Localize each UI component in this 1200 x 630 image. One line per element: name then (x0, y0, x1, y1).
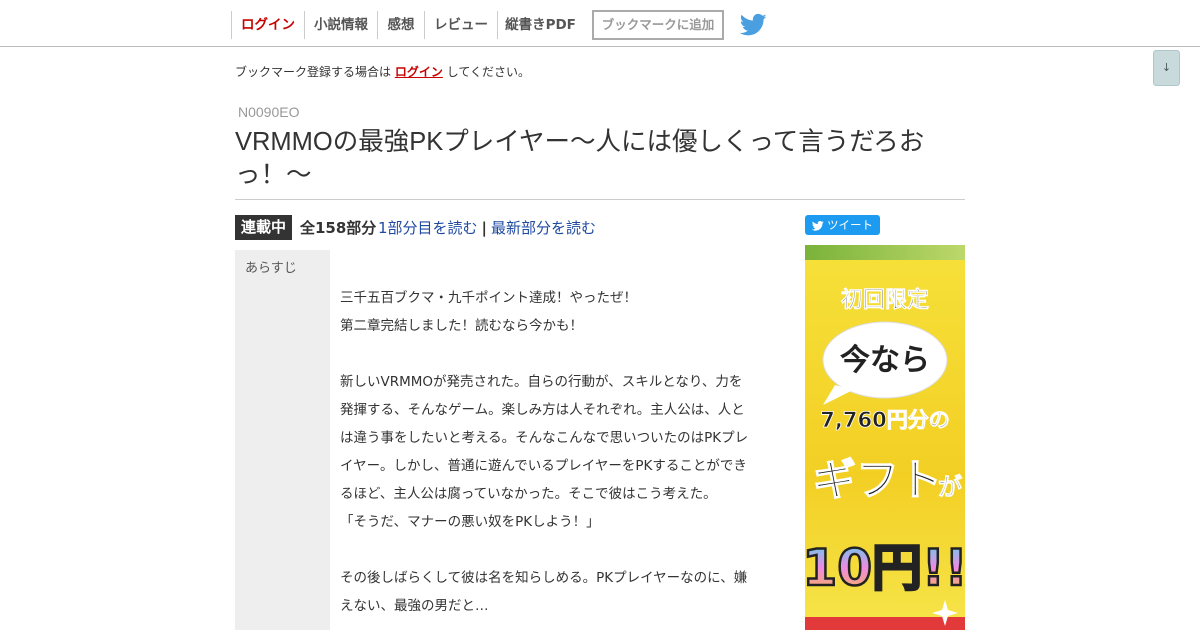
synopsis-line: えない、最強の男だと… (340, 598, 489, 614)
novel-code: N0090EO (238, 104, 300, 120)
read-links: 1部分目を読む | 最新部分を読む (378, 216, 596, 240)
top-nav-bar: ログイン 小説情報 感想 レビュー 縦書きPDF ブックマークに追加 (0, 0, 1200, 47)
ad-line-ga: が (938, 473, 962, 501)
synopsis-line: 発揮する、そんなゲーム。楽しみ方は人それぞれ。主人公は、人と (340, 402, 745, 418)
synopsis-line: 「そうだ、マナーの悪い奴をPKしよう！」 (340, 514, 600, 530)
ad-line-ten-yen: 10円!! (805, 539, 965, 597)
notice-prefix: ブックマーク登録する場合は (235, 65, 392, 79)
twitter-bird-icon (811, 221, 824, 231)
tweet-button[interactable]: ツイート (805, 215, 880, 235)
ad-line-gift-amount: 7,760円分の (820, 408, 949, 432)
notice-login-link[interactable]: ログイン (395, 65, 443, 79)
read-links-separator: | (481, 219, 488, 237)
ad-line-first-time: 初回限定 (841, 287, 929, 313)
synopsis-text: 三千五百ブクマ・九千ポイント達成！やったぜ！ 第二章完結しました！読むなら今かも… (340, 284, 770, 620)
read-first-link[interactable]: 1部分目を読む (378, 219, 478, 237)
synopsis-line (340, 340, 770, 368)
synopsis-line: その後しばらくして彼は名を知らしめる。PKプレイヤーなのに、嫌 (340, 570, 748, 586)
title-divider (235, 199, 965, 200)
synopsis-line: 第二章完結しました！読むなら今かも！ (340, 318, 583, 334)
synopsis-line: 三千五百ブクマ・九千ポイント達成！やったぜ！ (340, 290, 637, 306)
ad-line-gift: ギフト (813, 456, 942, 506)
synopsis-line: るほど、主人公は腐っていなかった。そこで彼はこう考えた。 (340, 486, 717, 502)
twitter-icon[interactable] (739, 13, 767, 37)
synopsis-line: 新しいVRMMOが発売された。自らの行動が、スキルとなり、力を (340, 374, 743, 390)
serial-status-badge: 連載中 (235, 215, 292, 240)
synopsis-line (340, 536, 770, 564)
nav-novel-info-link[interactable]: 小説情報 (304, 11, 377, 39)
novel-title: VRMMOの最強PKプレイヤー〜人には優しくって言うだろおっ！〜 (235, 128, 925, 189)
advertisement-banner[interactable]: 初回限定 今なら 7,760円分の ギフト が 10円!! (805, 245, 965, 630)
synopsis-label: あらすじ (245, 261, 297, 276)
nav-review-link[interactable]: レビュー (424, 11, 497, 39)
tweet-label: ツイート (827, 218, 873, 232)
add-bookmark-button[interactable]: ブックマークに追加 (592, 10, 724, 40)
nav-vertical-pdf-link[interactable]: 縦書きPDF (497, 11, 583, 39)
episode-count: 全158部分 (300, 219, 377, 237)
synopsis-label-column: あらすじ (235, 250, 330, 630)
scroll-down-button[interactable]: ↓ (1153, 50, 1180, 86)
notice-suffix: してください。 (446, 65, 530, 79)
synopsis-line: イヤー。しかし、普通に遊んでいるプレイヤーをPKすることができ (340, 458, 747, 474)
nav-login-link[interactable]: ログイン (231, 11, 304, 39)
read-latest-link[interactable]: 最新部分を読む (491, 219, 596, 237)
bookmark-login-notice: ブックマーク登録する場合は ログイン してください。 (235, 63, 530, 81)
nav-impressions-link[interactable]: 感想 (377, 11, 424, 39)
ad-line-now: 今なら (840, 343, 930, 378)
synopsis-line: は違う事をしたいと考える。そんなこんなで思いついたのはPKプレ (340, 430, 749, 446)
